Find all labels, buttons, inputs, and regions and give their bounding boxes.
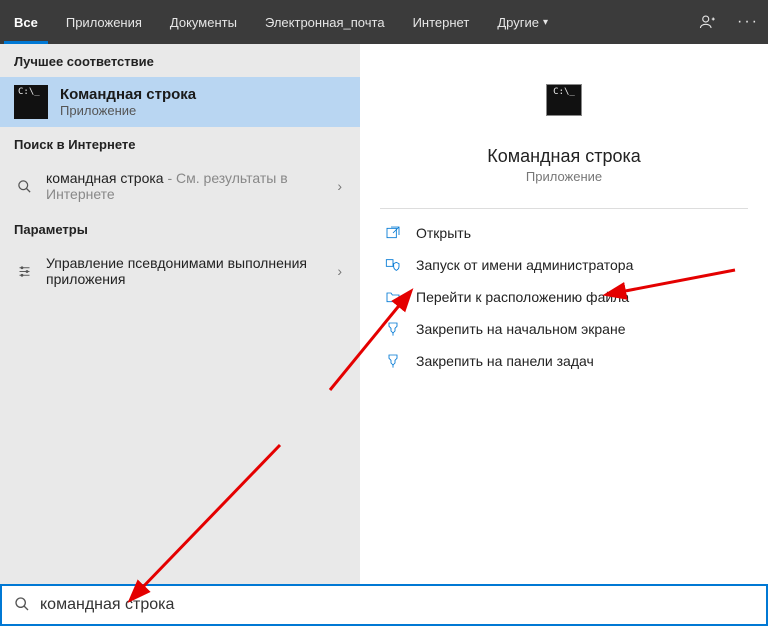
tab-label: Документы — [170, 15, 237, 30]
tab-label: Интернет — [413, 15, 470, 30]
section-best-match: Лучшее соответствие — [0, 44, 360, 77]
cmd-icon: C:\_ — [14, 85, 48, 119]
folder-location-icon — [384, 288, 402, 306]
divider — [380, 208, 748, 209]
action-label: Перейти к расположению файла — [416, 289, 629, 305]
pin-taskbar-icon — [384, 352, 402, 370]
tab-web[interactable]: Интернет — [399, 0, 484, 44]
best-match-result[interactable]: C:\_ Командная строка Приложение — [0, 77, 360, 127]
tab-label: Электронная_почта — [265, 15, 385, 30]
web-search-result[interactable]: командная строка - См. результаты в Инте… — [0, 160, 360, 212]
action-open-location[interactable]: Перейти к расположению файла — [380, 281, 748, 313]
section-web-search: Поиск в Интернете — [0, 127, 360, 160]
more-options-icon[interactable]: ··· — [728, 0, 768, 44]
tab-label: Приложения — [66, 15, 142, 30]
tab-label: Другие — [497, 15, 539, 30]
action-label: Открыть — [416, 225, 471, 241]
tab-documents[interactable]: Документы — [156, 0, 251, 44]
action-run-as-admin[interactable]: Запуск от имени администратора — [380, 249, 748, 281]
cmd-icon: C:\_ — [546, 84, 582, 116]
action-pin-start[interactable]: Закрепить на начальном экране — [380, 313, 748, 345]
settings-result[interactable]: Управление псевдонимами выполнения прило… — [0, 245, 360, 297]
search-filter-tabs: Все Приложения Документы Электронная_поч… — [0, 0, 768, 44]
tab-label: Все — [14, 15, 38, 30]
tab-all[interactable]: Все — [0, 0, 52, 44]
open-icon — [384, 224, 402, 242]
preview-subtitle: Приложение — [380, 169, 748, 184]
results-column: Лучшее соответствие C:\_ Командная строк… — [0, 44, 360, 584]
search-input[interactable] — [40, 596, 754, 614]
pin-start-icon — [384, 320, 402, 338]
shield-admin-icon — [384, 256, 402, 274]
best-match-title: Командная строка — [60, 86, 196, 103]
action-open[interactable]: Открыть — [380, 217, 748, 249]
chevron-right-icon: › — [333, 263, 346, 279]
action-label: Запуск от имени администратора — [416, 257, 633, 273]
best-match-subtitle: Приложение — [60, 103, 196, 118]
tab-more[interactable]: Другие ▾ — [483, 0, 562, 44]
settings-result-text: Управление псевдонимами выполнения прило… — [46, 255, 321, 287]
search-icon — [14, 179, 34, 194]
action-label: Закрепить на начальном экране — [416, 321, 626, 337]
search-icon — [14, 596, 30, 615]
action-label: Закрепить на панели задач — [416, 353, 594, 369]
action-pin-taskbar[interactable]: Закрепить на панели задач — [380, 345, 748, 377]
feedback-icon[interactable] — [688, 0, 728, 44]
search-bar[interactable] — [0, 584, 768, 626]
section-settings: Параметры — [0, 212, 360, 245]
preview-title: Командная строка — [380, 146, 748, 167]
chevron-down-icon: ▾ — [543, 17, 548, 28]
tab-apps[interactable]: Приложения — [52, 0, 156, 44]
preview-column: C:\_ Командная строка Приложение Открыть… — [360, 44, 768, 584]
alias-settings-icon — [14, 264, 34, 279]
web-search-text: командная строка - См. результаты в Инте… — [46, 170, 321, 202]
tab-email[interactable]: Электронная_почта — [251, 0, 399, 44]
chevron-right-icon: › — [333, 178, 346, 194]
